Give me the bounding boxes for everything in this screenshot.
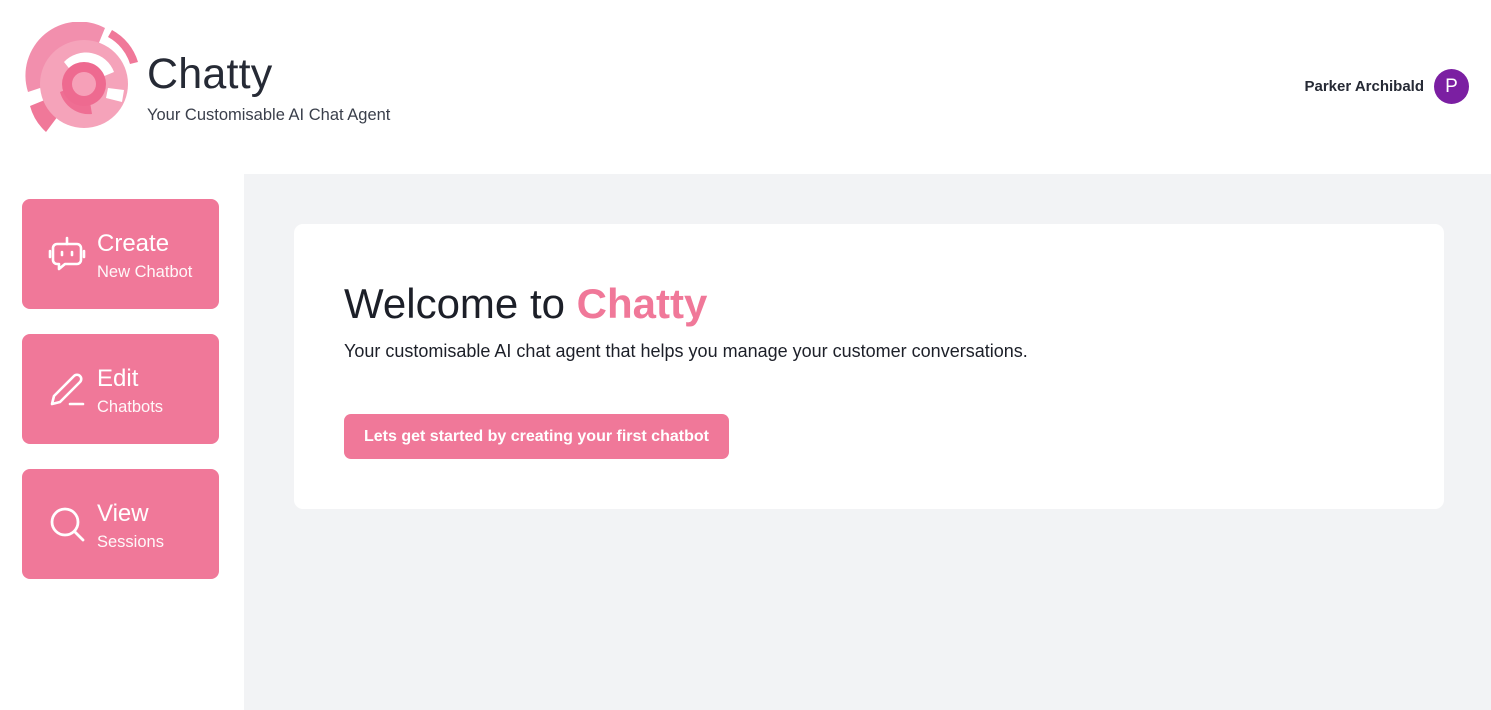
welcome-title-accent: Chatty xyxy=(576,280,708,327)
sidebar-item-view-sessions[interactable]: View Sessions xyxy=(22,469,219,579)
welcome-title-prefix: Welcome to xyxy=(344,280,577,327)
welcome-description: Your customisable AI chat agent that hel… xyxy=(344,341,1028,361)
app-header: Chatty Your Customisable AI Chat Agent P… xyxy=(0,0,1491,174)
user-menu[interactable]: Parker Archibald P xyxy=(1304,69,1469,104)
sidebar-item-subtitle: Chatbots xyxy=(97,398,164,416)
user-name: Parker Archibald xyxy=(1304,78,1425,95)
chatty-logo-icon xyxy=(25,22,138,132)
get-started-button[interactable]: Lets get started by creating your first … xyxy=(344,414,729,459)
sidebar-item-edit-chatbots[interactable]: Edit Chatbots xyxy=(22,334,219,444)
avatar[interactable]: P xyxy=(1434,69,1469,104)
app-subtitle: Your Customisable AI Chat Agent xyxy=(147,106,391,124)
sidebar-item-subtitle: Sessions xyxy=(97,533,164,551)
welcome-title: Welcome to Chatty xyxy=(344,280,707,328)
sidebar: Create New Chatbot Edit Chatbots View Se… xyxy=(22,199,219,604)
robot-icon xyxy=(48,236,86,271)
search-icon xyxy=(50,507,85,542)
pencil-icon xyxy=(50,373,85,406)
sidebar-item-title: Create xyxy=(97,230,170,257)
welcome-card: Welcome to Chatty Your customisable AI c… xyxy=(294,224,1444,509)
sidebar-item-create-chatbot[interactable]: Create New Chatbot xyxy=(22,199,219,309)
sidebar-item-subtitle: New Chatbot xyxy=(97,263,193,281)
main-content: Welcome to Chatty Your customisable AI c… xyxy=(244,174,1491,710)
sidebar-item-title: Edit xyxy=(97,365,139,392)
app-title: Chatty xyxy=(147,50,273,98)
sidebar-item-title: View xyxy=(97,500,149,527)
